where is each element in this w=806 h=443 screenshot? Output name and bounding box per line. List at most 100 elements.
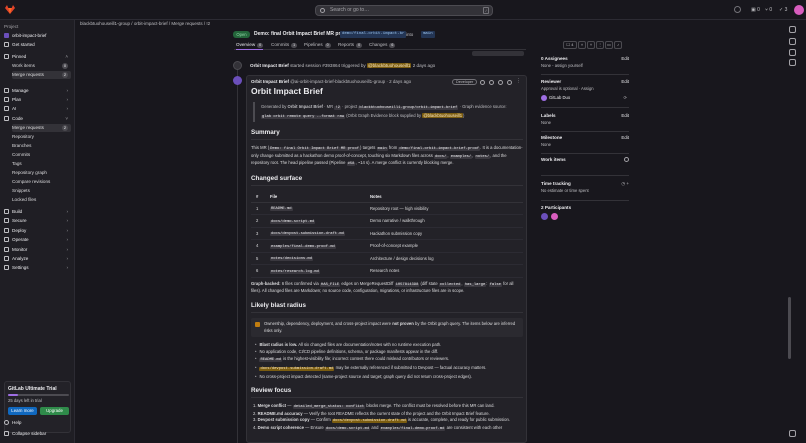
sidebar-item-merge-requests[interactable]: Merge requests 2: [12, 124, 71, 132]
user-avatar[interactable]: [794, 5, 804, 15]
add-time-icon[interactable]: ◷ +: [621, 181, 629, 187]
labels-edit-button[interactable]: Edit: [621, 113, 629, 118]
chevron-down-icon[interactable]: ˅: [587, 41, 595, 49]
sidebar-item-work-items[interactable]: Work items 0: [12, 62, 71, 70]
user-mention[interactable]: @blackbtuohouseill1: [422, 113, 464, 118]
breadcrumb-group[interactable]: blackbtuohouseill1-group: [80, 21, 130, 26]
list-item: Blast radius is low. All six changed fil…: [251, 341, 523, 348]
merge-widget-button[interactable]: [472, 51, 524, 56]
sidebar-item-commits[interactable]: Commits: [12, 151, 71, 159]
sidebar-item-monitor[interactable]: Monitor ›: [4, 246, 71, 254]
plus-icon[interactable]: [734, 6, 741, 13]
tab-reports[interactable]: Reports 0: [338, 41, 363, 50]
search-code-icon[interactable]: [789, 59, 796, 66]
emoji-icon[interactable]: [489, 80, 494, 85]
blast-radius-list: Blast radius is low. All six changed fil…: [251, 341, 523, 380]
page-scrollbar[interactable]: [788, 297, 791, 359]
sidebar-item-locked-files[interactable]: Locked files: [12, 196, 71, 204]
chevron-right-icon: ›: [66, 237, 68, 242]
breadcrumb-mr-id[interactable]: !2: [206, 21, 210, 26]
sidebar-item-analyze[interactable]: Analyze ›: [4, 255, 71, 263]
comment-handle[interactable]: @ai-orbit-impact-brief-blackbtuohouseill…: [290, 79, 385, 84]
more-actions-icon[interactable]: ⋮: [516, 78, 521, 84]
duo-chat-icon[interactable]: [789, 26, 796, 33]
tab-overview[interactable]: Overview 0: [236, 41, 264, 50]
trial-days-left: 25 days left in trial: [8, 398, 42, 403]
sidebar-item-manage[interactable]: Manage ›: [4, 87, 71, 95]
mr-title: Demo: final Orbit Impact Brief MR proof: [254, 31, 349, 37]
avatar[interactable]: [551, 213, 559, 220]
sessions-icon[interactable]: [789, 49, 796, 56]
settings-icon[interactable]: [789, 430, 796, 437]
sidebar-item-code[interactable]: Code ˅: [4, 115, 71, 123]
notifications-icon[interactable]: ♪: [614, 41, 622, 49]
breadcrumb-project[interactable]: orbit-impact-brief: [134, 21, 168, 26]
refresh-icon[interactable]: ⟳: [623, 95, 627, 100]
sidebar-item-settings[interactable]: Settings ›: [4, 264, 71, 272]
search-input[interactable]: Search or go to… /: [315, 5, 493, 16]
sidebar-item-operate[interactable]: Operate ›: [4, 236, 71, 244]
search-icon: [320, 8, 325, 13]
sidebar-project-link[interactable]: orbit-impact-brief: [4, 32, 71, 40]
sidebar-item-ai[interactable]: AI ›: [4, 105, 71, 113]
resolve-icon[interactable]: [480, 80, 485, 85]
assign-yourself-link[interactable]: None - assign yourself: [541, 63, 629, 68]
sidebar-item-secure[interactable]: Secure ›: [4, 217, 71, 225]
sidebar-item-repository-graph[interactable]: Repository graph: [12, 169, 71, 177]
issues-counter[interactable]: ▣ 0: [751, 6, 760, 14]
upgrade-button[interactable]: Upgrade: [40, 407, 69, 415]
status-badge: Open: [233, 31, 250, 38]
sidebar-item-get-started[interactable]: Get started: [4, 41, 71, 49]
comment-body: Orbit Impact Brief Generated by Orbit Im…: [251, 86, 523, 433]
more-actions-icon[interactable]: ⋮: [596, 41, 604, 49]
sidebar-item-branches[interactable]: Branches: [12, 142, 71, 150]
breadcrumb: blackbtuohouseill1-group / orbit-impact-…: [80, 21, 211, 26]
chevron-up-icon[interactable]: ˄: [578, 41, 586, 49]
work-items-section: Work items: [541, 157, 629, 162]
sidebar-item-deploy[interactable]: Deploy ›: [4, 227, 71, 235]
target-branch[interactable]: main: [421, 31, 435, 38]
sidebar-item-pinned[interactable]: Pinned ˄: [4, 53, 71, 61]
mr-toolbar: ☐ 4 ˄ ˅ ⋮ ▭ ♪: [563, 41, 623, 50]
edit-icon[interactable]: [507, 80, 512, 85]
chevron-right-icon: ›: [66, 218, 68, 223]
sidebar-item-plan[interactable]: Plan ›: [4, 96, 71, 104]
breadcrumb-merge-requests[interactable]: Merge requests: [171, 21, 202, 26]
bot-avatar[interactable]: [233, 76, 242, 85]
avatar[interactable]: [541, 213, 548, 220]
collapse-sidebar-button[interactable]: Collapse sidebar: [4, 430, 71, 438]
review-focus-list: 1. Merge conflict — detailed_merge_statu…: [251, 403, 523, 433]
todo-count-button[interactable]: ☐ 4: [563, 41, 577, 49]
sidebar-item-merge-requests-pinned[interactable]: Merge requests 2: [12, 71, 71, 79]
sidebar-item-tags[interactable]: Tags: [12, 160, 71, 168]
mr-tabs: Overview 0 Commits 1 Pipelines 0 Reports 0 C…: [234, 41, 526, 50]
help-link[interactable]: Help: [4, 419, 71, 427]
source-branch[interactable]: demo/final-orbit-impact-br: [340, 31, 407, 38]
history-icon[interactable]: [789, 38, 796, 45]
merge-requests-counter[interactable]: ⑂ 0: [765, 6, 772, 14]
reviewer-edit-button[interactable]: Edit: [621, 79, 629, 84]
labels-title: Labels: [541, 113, 556, 118]
table-row: 2 docs/demo-script.md Demo narrative / wal…: [251, 214, 523, 228]
graph-backed-note: Graph-backed: 6 files confirmed via HAS_…: [251, 280, 514, 294]
sidebar-item-snippets[interactable]: Snippets: [12, 187, 71, 195]
assignees-edit-button[interactable]: Edit: [621, 56, 629, 61]
todos-counter[interactable]: ✓ 3: [779, 6, 787, 14]
user-mention[interactable]: @blackbtuohouseill1: [366, 63, 412, 68]
sidebar-item-repository[interactable]: Repository: [12, 133, 71, 141]
tab-changes[interactable]: Changes 6: [369, 41, 396, 50]
milestone-edit-button[interactable]: Edit: [621, 135, 629, 140]
info-icon[interactable]: [624, 157, 629, 162]
assign-link[interactable]: Assign: [581, 86, 594, 91]
tab-commits[interactable]: Commits 1: [271, 41, 298, 50]
sidebar-item-build[interactable]: Build ›: [4, 208, 71, 216]
sidebar-panel-icon[interactable]: ▭: [605, 41, 613, 49]
tab-pipelines[interactable]: Pipelines 0: [304, 41, 331, 50]
gitlab-duo-reviewer[interactable]: GitLab Duo ⟳: [541, 95, 629, 101]
learn-more-button[interactable]: Learn more: [8, 407, 37, 415]
table-row: 5 notes/decisions.md Architecture / design…: [251, 252, 523, 266]
comment-author[interactable]: Orbit Impact Brief: [251, 79, 289, 84]
sidebar-item-compare-revisions[interactable]: Compare revisions: [12, 178, 71, 186]
reply-icon[interactable]: [498, 80, 503, 85]
gitlab-logo-icon[interactable]: [5, 5, 15, 14]
